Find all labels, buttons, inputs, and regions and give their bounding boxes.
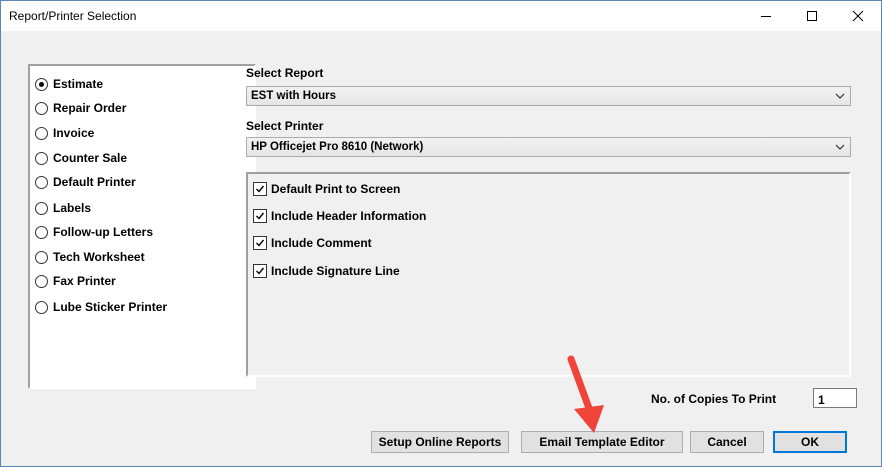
radio-button[interactable]: [35, 176, 48, 189]
radio-label: Labels: [53, 201, 92, 215]
minimize-icon: [761, 16, 771, 17]
radio-label: Tech Worksheet: [53, 250, 145, 264]
maximize-button[interactable]: [789, 1, 835, 31]
checkmark-icon: [256, 239, 265, 247]
options-panel: Default Print to Screen Include Header I…: [246, 172, 851, 377]
maximize-icon: [807, 11, 817, 21]
minimize-button[interactable]: [743, 1, 789, 31]
radio-button[interactable]: [35, 226, 48, 239]
email-template-editor-button[interactable]: Email Template Editor: [521, 431, 683, 453]
select-printer-value: HP Officejet Pro 8610 (Network): [251, 141, 424, 153]
radio-label: Lube Sticker Printer: [53, 300, 168, 314]
report-type-panel: Estimate Repair Order Invoice Counter Sa…: [28, 64, 256, 389]
checkbox-checked[interactable]: [253, 264, 267, 278]
option-label: Include Signature Line: [271, 264, 400, 278]
copies-input[interactable]: [813, 388, 857, 408]
radio-button[interactable]: [35, 301, 48, 314]
option-label: Default Print to Screen: [271, 182, 401, 196]
annotation-arrow-icon: [567, 355, 604, 433]
radio-button[interactable]: [35, 202, 48, 215]
select-report-dropdown[interactable]: EST with Hours: [246, 86, 851, 106]
radio-button[interactable]: [35, 127, 48, 140]
radio-label: Invoice: [53, 126, 95, 140]
radio-label: Counter Sale: [53, 151, 128, 165]
radio-label: Default Printer: [53, 175, 136, 189]
checkmark-icon: [256, 267, 265, 275]
radio-label: Repair Order: [53, 101, 127, 115]
checkbox-checked[interactable]: [253, 209, 267, 223]
copies-label: No. of Copies To Print: [651, 392, 777, 406]
select-report-label: Select Report: [246, 66, 324, 80]
close-icon: [852, 10, 864, 22]
checkmark-icon: [256, 185, 265, 193]
select-printer-dropdown[interactable]: HP Officejet Pro 8610 (Network): [246, 137, 851, 157]
radio-button[interactable]: [35, 102, 48, 115]
close-button[interactable]: [835, 1, 881, 31]
select-report-value: EST with Hours: [251, 90, 336, 102]
radio-button[interactable]: [35, 275, 48, 288]
option-label: Include Comment: [271, 236, 372, 250]
checkbox-checked[interactable]: [253, 182, 267, 196]
radio-label: Estimate: [53, 77, 104, 91]
ok-button[interactable]: OK: [773, 431, 847, 453]
radio-label: Follow-up Letters: [53, 225, 153, 239]
cancel-button[interactable]: Cancel: [690, 431, 764, 453]
chevron-down-icon: [835, 144, 845, 150]
setup-online-reports-button[interactable]: Setup Online Reports: [371, 431, 509, 453]
window-title: Report/Printer Selection: [9, 9, 137, 23]
title-bar[interactable]: Report/Printer Selection: [1, 1, 881, 31]
checkbox-checked[interactable]: [253, 236, 267, 250]
option-label: Include Header Information: [271, 209, 427, 223]
report-printer-dialog: Report/Printer Selection Estimate Repair…: [0, 0, 882, 467]
radio-button[interactable]: [35, 251, 48, 264]
radio-button[interactable]: [35, 152, 48, 165]
radio-label: Fax Printer: [53, 274, 116, 288]
chevron-down-icon: [835, 93, 845, 99]
radio-button-checked[interactable]: [35, 78, 48, 91]
select-printer-label: Select Printer: [246, 119, 324, 133]
checkmark-icon: [256, 212, 265, 220]
